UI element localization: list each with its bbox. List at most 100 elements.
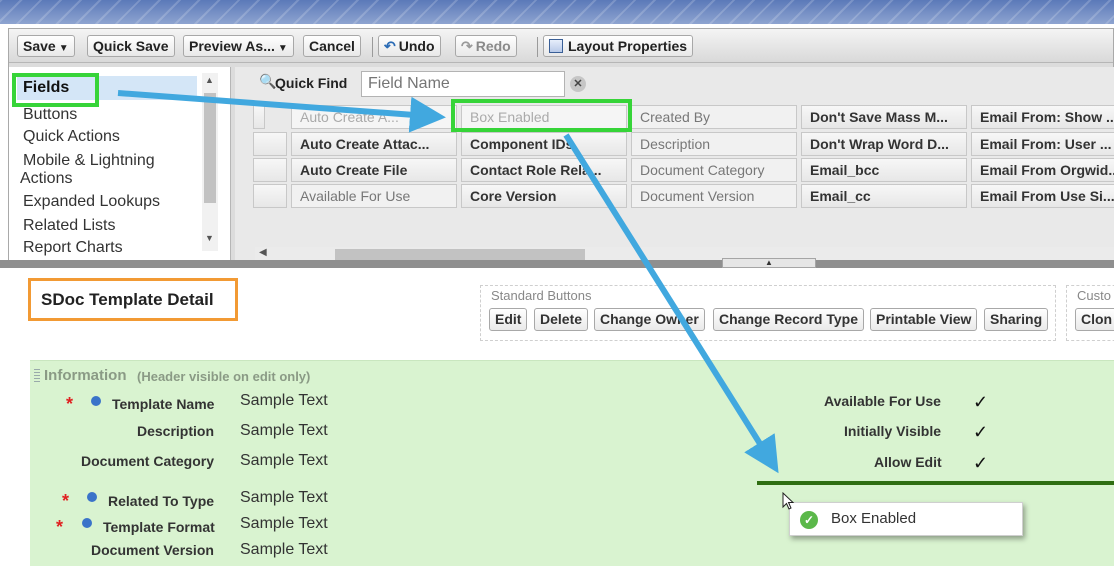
- annotation-highlight-box-enabled: [451, 99, 632, 132]
- check-icon: ✓: [973, 453, 989, 473]
- category-buttons[interactable]: Buttons: [23, 106, 77, 124]
- field-cell[interactable]: Core Version: [461, 184, 627, 208]
- field-label: Related To Type: [108, 493, 215, 509]
- field-label: Initially Visible: [844, 423, 942, 439]
- page-layout-editor: Save ▼ Quick Save Preview As... ▼ Cancel ↶…: [0, 0, 1114, 579]
- redo-label: Redo: [475, 38, 511, 54]
- clear-icon[interactable]: ✕: [570, 76, 586, 92]
- search-icon: 🔍: [259, 73, 277, 89]
- cursor-icon: [782, 492, 795, 510]
- clone-button[interactable]: Clon: [1075, 308, 1114, 331]
- layout-properties-label: Layout Properties: [568, 38, 688, 54]
- delete-button[interactable]: Delete: [534, 308, 589, 331]
- cancel-button[interactable]: Cancel: [303, 35, 361, 57]
- field-value[interactable]: Sample Text: [240, 489, 328, 507]
- change-record-type-button[interactable]: Change Record Type: [713, 308, 864, 331]
- field-cell[interactable]: Email_cc: [801, 184, 967, 208]
- quick-save-button[interactable]: Quick Save: [87, 35, 175, 57]
- field-cell[interactable]: Don't Wrap Word D...: [801, 132, 967, 156]
- undo-button[interactable]: ↶ Undo: [378, 35, 441, 57]
- field-label: Document Version: [91, 542, 214, 558]
- field-cell[interactable]: Email From Use Si...: [971, 184, 1114, 208]
- field-cell[interactable]: Created By: [631, 105, 797, 129]
- field-value[interactable]: Sample Text: [240, 515, 328, 533]
- scroll-down-icon[interactable]: ▼: [205, 233, 214, 243]
- toolbar-divider: [537, 37, 538, 57]
- field-cell[interactable]: Description: [631, 132, 797, 156]
- field-value[interactable]: Sample Text: [240, 422, 328, 440]
- toolbar-divider: [372, 37, 373, 57]
- printable-view-button[interactable]: Printable View: [870, 308, 978, 331]
- chevron-down-icon[interactable]: ▼: [275, 43, 288, 54]
- drop-target-indicator: [757, 481, 1114, 485]
- quick-find-input[interactable]: [361, 71, 565, 97]
- field-label: Document Category: [81, 453, 215, 469]
- chevron-down-icon[interactable]: ▼: [56, 43, 69, 54]
- standard-buttons-group: Standard Buttons Edit Delete Change Owne…: [480, 285, 1056, 341]
- collapse-palette-handle[interactable]: ▲: [722, 258, 816, 268]
- field-cell[interactable]: Available For Use: [291, 184, 457, 208]
- field-cell-partial[interactable]: [253, 184, 287, 208]
- category-scrollbar[interactable]: ▲ ▼: [202, 73, 218, 251]
- undo-label: Undo: [398, 38, 435, 54]
- scroll-up-icon[interactable]: ▲: [205, 75, 214, 85]
- layout-properties-button[interactable]: Layout Properties: [543, 35, 694, 57]
- page-title: SDoc Template Detail: [28, 278, 238, 321]
- category-report-charts[interactable]: Report Charts: [23, 239, 123, 257]
- field-cell[interactable]: Email From Orgwid...: [971, 158, 1114, 182]
- header-banner: [0, 0, 1114, 24]
- section-header-note: (Header visible on edit only): [137, 369, 311, 384]
- field-cell[interactable]: Document Version: [631, 184, 797, 208]
- undo-icon: ↶: [384, 38, 396, 54]
- custom-buttons-legend: Custo: [1077, 288, 1111, 303]
- save-button[interactable]: Save ▼: [17, 35, 75, 57]
- custom-buttons-group: Custo Clon: [1066, 285, 1114, 341]
- annotation-highlight-fields: [12, 73, 99, 107]
- field-cell-partial[interactable]: [253, 132, 287, 156]
- scroll-left-icon[interactable]: ◀: [259, 247, 267, 258]
- change-owner-button[interactable]: Change Owner: [594, 308, 705, 331]
- dragged-field-box-enabled[interactable]: ✓ Box Enabled: [789, 502, 1023, 536]
- field-cell[interactable]: Auto Create Attac...: [291, 132, 457, 156]
- field-cell[interactable]: Email From: User ...: [971, 132, 1114, 156]
- field-cell[interactable]: Don't Save Mass M...: [801, 105, 967, 129]
- field-marker-icon: [87, 492, 97, 502]
- palette-editor: Save ▼ Quick Save Preview As... ▼ Cancel ↶…: [8, 28, 1114, 268]
- check-icon: ✓: [973, 392, 989, 412]
- category-quick-actions[interactable]: Quick Actions: [23, 128, 120, 146]
- required-icon: *: [56, 517, 64, 537]
- field-marker-icon: [91, 396, 101, 406]
- edit-button[interactable]: Edit: [489, 308, 528, 331]
- field-cell[interactable]: Component IDs: [461, 132, 627, 156]
- success-icon: ✓: [800, 511, 818, 529]
- sharing-button[interactable]: Sharing: [984, 308, 1049, 331]
- field-cell[interactable]: Contact Role Rela...: [461, 158, 627, 182]
- field-cell[interactable]: Document Category: [631, 158, 797, 182]
- category-expanded-lookups[interactable]: Expanded Lookups: [23, 193, 160, 211]
- section-header: Information: [44, 367, 127, 384]
- category-mobile-lightning[interactable]: Mobile & Lightning: [23, 152, 155, 170]
- field-label: Template Format: [103, 519, 215, 535]
- field-marker-icon: [82, 518, 92, 528]
- field-cell[interactable]: Email From: Show ...: [971, 105, 1114, 129]
- preview-as-button[interactable]: Preview As... ▼: [183, 35, 294, 57]
- scroll-thumb[interactable]: [204, 93, 216, 203]
- palette-resize-bar[interactable]: [0, 260, 1114, 268]
- redo-button[interactable]: ↷ Redo: [455, 35, 517, 57]
- field-cell-partial[interactable]: [253, 158, 287, 182]
- field-cell[interactable]: Auto Create File: [291, 158, 457, 182]
- redo-icon: ↷: [461, 38, 473, 54]
- field-value[interactable]: Sample Text: [240, 392, 328, 410]
- save-label: Save: [23, 38, 56, 54]
- field-cell[interactable]: Email_bcc: [801, 158, 967, 182]
- field-cell-partial[interactable]: [253, 105, 265, 129]
- preview-as-label: Preview As...: [189, 38, 275, 54]
- field-value[interactable]: Sample Text: [240, 452, 328, 470]
- drag-grip-icon[interactable]: [34, 369, 40, 383]
- field-value[interactable]: Sample Text: [240, 541, 328, 559]
- category-related-lists[interactable]: Related Lists: [23, 217, 116, 235]
- field-label: Description: [137, 423, 215, 439]
- category-mobile-lightning-cont[interactable]: Actions: [20, 170, 72, 188]
- standard-buttons-legend: Standard Buttons: [491, 288, 592, 303]
- field-cell[interactable]: Auto Create A...: [291, 105, 457, 129]
